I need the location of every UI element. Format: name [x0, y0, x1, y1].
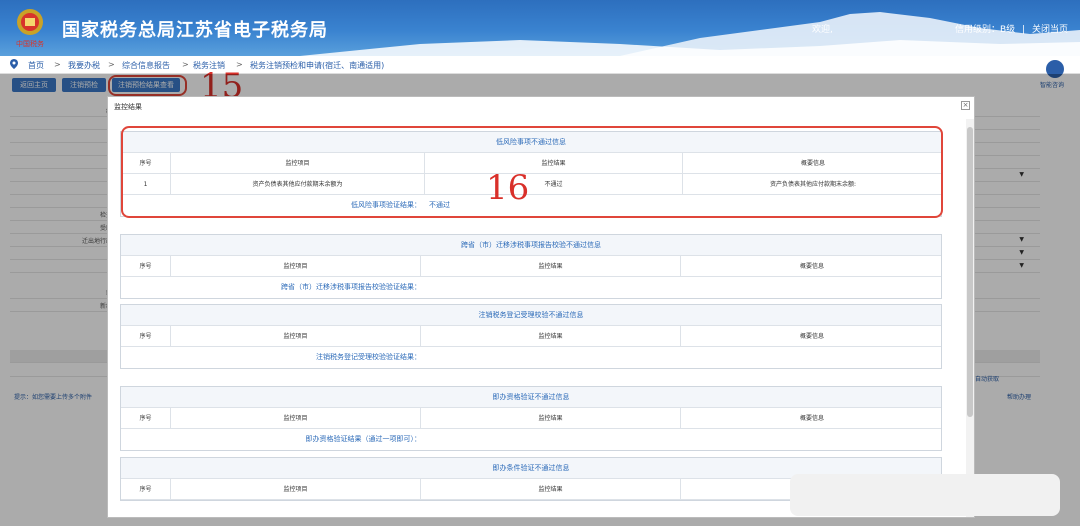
col-header: 概要信息	[799, 415, 824, 422]
breadcrumb-tax[interactable]: 我要办税	[68, 60, 100, 71]
close-page-link[interactable]: 关闭当页	[1032, 25, 1068, 35]
breadcrumb-separator: >	[182, 60, 189, 69]
result-label: 跨省（市）迁移涉税事项报告校验验证结果：	[281, 283, 421, 291]
location-pin-icon	[10, 59, 18, 69]
col-header: 序号	[121, 408, 171, 429]
section-result: 注销税务登记受理校验验证结果：	[121, 347, 941, 368]
highlight-box-section	[121, 126, 943, 218]
col-header: 概要信息	[799, 333, 824, 340]
col-header: 监控结果	[421, 256, 681, 277]
breadcrumb: 首页 > 我要办税 > 综合信息报告 > 税务注销 > 税务注销预检和申请(宿迁…	[0, 56, 1080, 74]
section-instant-qualification: 即办资格验证不通过信息 序号 监控项目 监控结果 概要信息 即办资格验证结果（通…	[120, 386, 942, 451]
breadcrumb-current: 税务注销预检和申请(宿迁、南通适用)	[250, 61, 385, 70]
table-header: 序号 监控项目 监控结果 概要信息	[121, 256, 941, 277]
section-cross-province: 跨省（市）迁移涉税事项报告校验不通过信息 序号 监控项目 监控结果 概要信息 跨…	[120, 234, 942, 299]
scrollbar-thumb[interactable]	[967, 127, 973, 417]
col-header: 监控结果	[421, 479, 681, 500]
col-header: 监控项目	[171, 479, 421, 500]
header-divider: |	[1022, 25, 1026, 35]
col-header: 概要信息	[799, 263, 824, 270]
svg-text:中国税务: 中国税务	[16, 39, 44, 48]
top-header: 中国税务 国家税务总局江苏省电子税务局 欢迎, 信用级别：B级 | 关闭当页	[0, 0, 1080, 56]
watermark-blur	[790, 474, 1060, 516]
table-header: 序号 监控项目 监控结果 概要信息	[121, 326, 941, 347]
breadcrumb-separator: >	[54, 60, 61, 69]
breadcrumb-separator: >	[108, 60, 115, 69]
header-right: 信用级别：B级 | 关闭当页	[951, 22, 1068, 35]
credit-level: 信用级别：B级	[955, 25, 1016, 35]
annotation-16: 16	[486, 168, 530, 208]
col-header: 监控项目	[171, 326, 421, 347]
table-header: 序号 监控项目 监控结果 概要信息	[121, 408, 941, 429]
section-deregistration: 注销税务登记受理校验不通过信息 序号 监控项目 监控结果 概要信息 注销税务登记…	[120, 304, 942, 369]
col-header: 序号	[121, 479, 171, 500]
close-icon[interactable]: ×	[961, 101, 970, 110]
tax-emblem-icon: 中国税务	[16, 9, 44, 48]
col-header: 序号	[121, 256, 171, 277]
col-header: 监控项目	[171, 408, 421, 429]
site-title: 国家税务总局江苏省电子税务局	[62, 20, 328, 41]
col-header: 监控结果	[421, 408, 681, 429]
section-result: 即办资格验证结果（通过一项即可）：	[121, 429, 941, 450]
result-label: 注销税务登记受理校验验证结果：	[316, 353, 421, 361]
col-header: 监控项目	[171, 256, 421, 277]
result-label: 即办资格验证结果（通过一项即可）：	[305, 435, 422, 443]
section-title: 跨省（市）迁移涉税事项报告校验不通过信息	[121, 235, 941, 256]
col-header: 监控结果	[421, 326, 681, 347]
welcome-text: 欢迎,	[812, 25, 833, 35]
section-result: 跨省（市）迁移涉税事项报告校验验证结果：	[121, 277, 941, 298]
section-title: 即办资格验证不通过信息	[121, 387, 941, 408]
dialog-title: 监控结果	[114, 103, 142, 111]
section-title: 注销税务登记受理校验不通过信息	[121, 305, 941, 326]
col-header: 序号	[121, 326, 171, 347]
breadcrumb-report[interactable]: 综合信息报告	[122, 60, 170, 71]
breadcrumb-home[interactable]: 首页	[28, 60, 44, 71]
